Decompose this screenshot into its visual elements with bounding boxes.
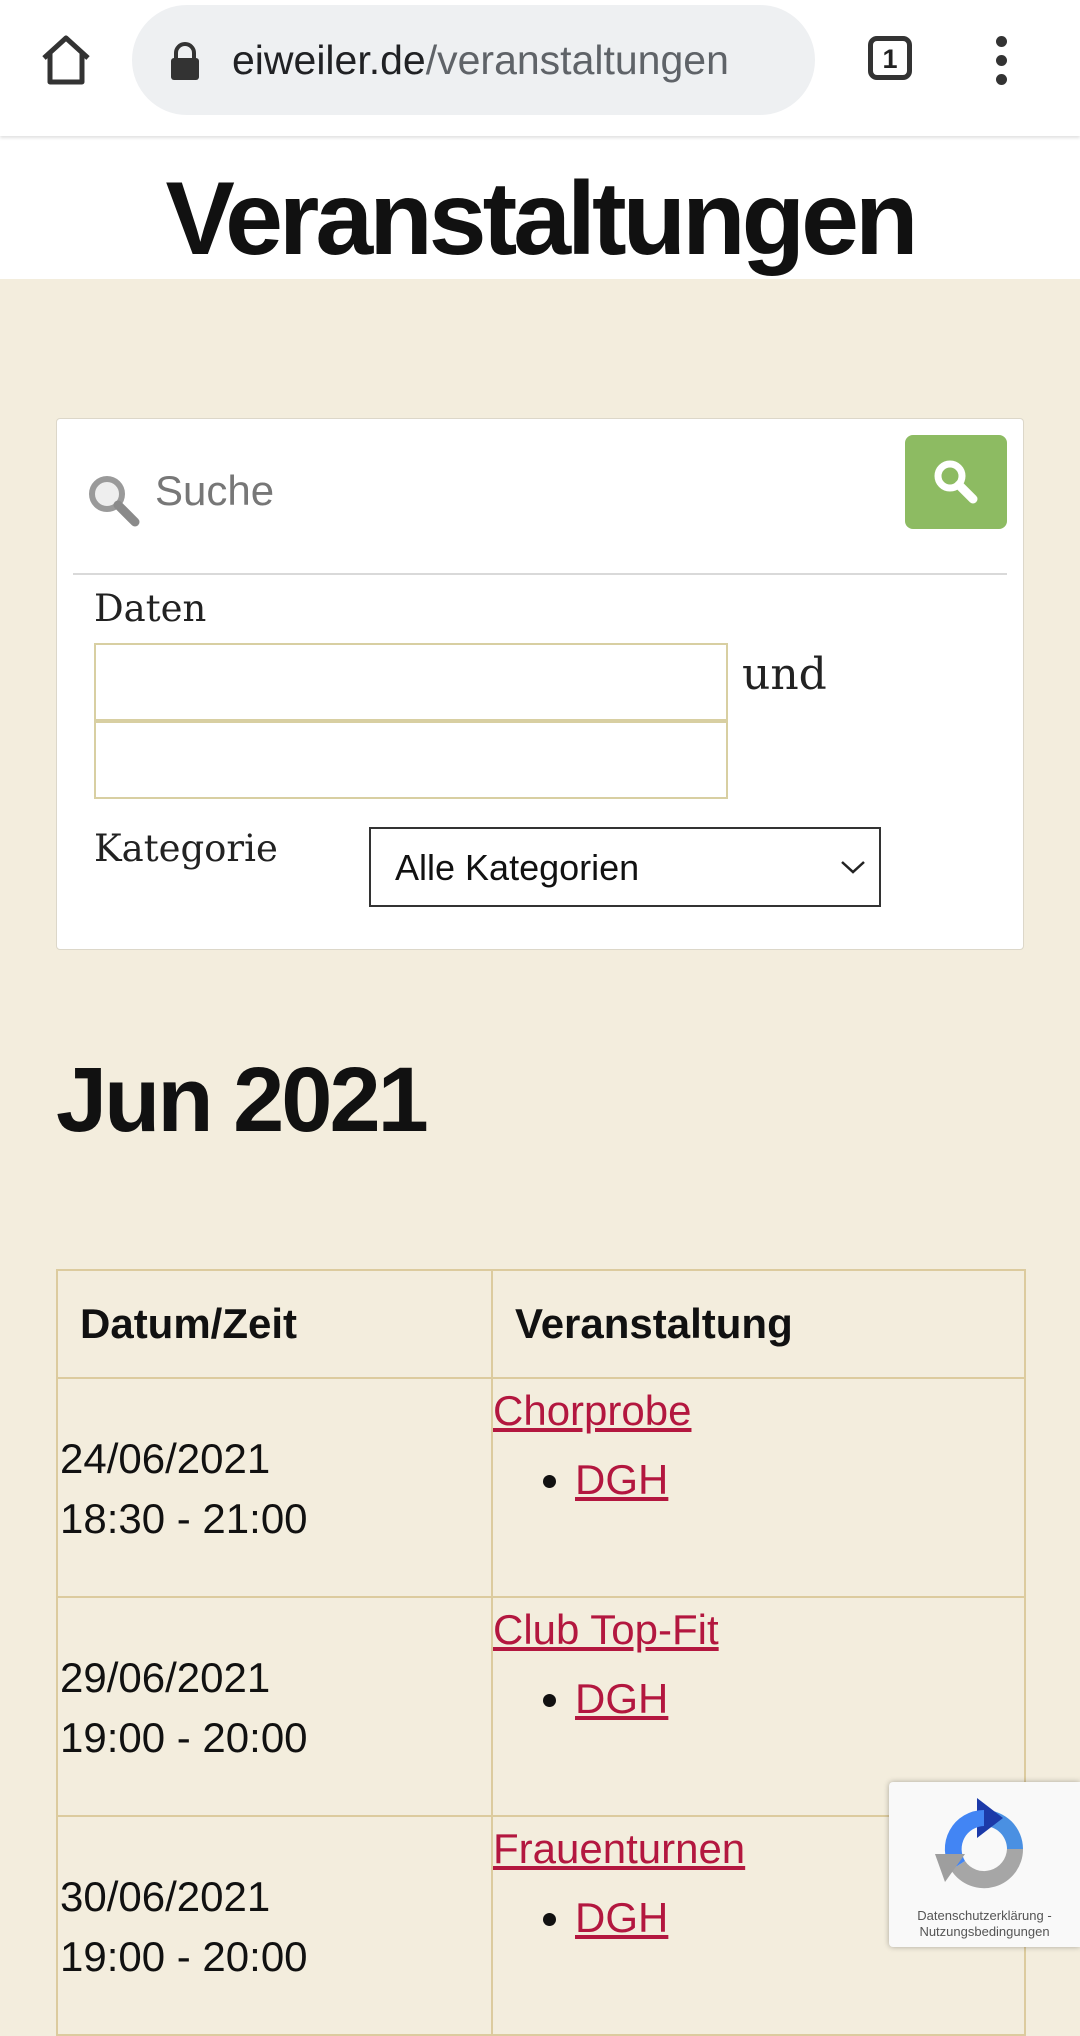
event-title-link[interactable]: Chorprobe — [493, 1387, 1024, 1435]
month-heading: Jun 2021 — [56, 1049, 429, 1151]
event-date: 24/06/2021 — [60, 1435, 271, 1482]
search-icon — [83, 470, 143, 530]
url-domain: eiweiler.de — [232, 37, 426, 83]
event-search-form: Daten und Kategorie Alle Kategorien — [56, 418, 1024, 950]
event-location-list: DGH — [493, 1453, 1024, 1507]
column-header-event: Veranstaltung — [491, 1269, 1026, 1379]
home-icon[interactable] — [36, 30, 96, 90]
event-date: 30/06/2021 — [60, 1873, 271, 1920]
event-cell: Chorprobe DGH — [491, 1377, 1026, 1598]
url-path: /veranstaltungen — [425, 37, 729, 83]
table-row: 24/06/2021 18:30 - 21:00 Chorprobe DGH — [56, 1377, 1026, 1598]
events-table: Datum/Zeit Veranstaltung 24/06/2021 18:30… — [56, 1269, 1026, 2036]
tabs-icon[interactable]: 1 — [868, 36, 912, 80]
list-item: DGH — [575, 1672, 1024, 1726]
more-vert-icon[interactable] — [990, 36, 1012, 86]
address-bar[interactable]: eiweiler.de/veranstaltungen — [132, 5, 815, 115]
column-header-datetime: Datum/Zeit — [56, 1269, 493, 1379]
category-label: Kategorie — [94, 827, 278, 870]
event-time: 18:30 - 21:00 — [60, 1495, 308, 1542]
recaptcha-separator: - — [1047, 1908, 1052, 1923]
event-datetime-cell: 24/06/2021 18:30 - 21:00 — [56, 1377, 493, 1598]
table-row: 30/06/202119:00 - 20:00 Frauenturnen DGH — [56, 1815, 1026, 2036]
event-datetime-cell: 30/06/2021 19:00 - 20:00 — [56, 1815, 493, 2036]
event-location-link[interactable]: DGH — [575, 1675, 668, 1722]
recaptcha-badge[interactable]: Datenschutzerklärung - Nutzungsbedingung… — [889, 1782, 1080, 1947]
page-title: Veranstaltungen — [165, 161, 918, 277]
category-select[interactable]: Alle Kategorien — [369, 827, 881, 907]
lock-icon — [168, 41, 202, 81]
browser-toolbar: eiweiler.de/veranstaltungen 1 — [0, 0, 1080, 136]
event-title-link[interactable]: Club Top-Fit — [493, 1606, 1024, 1654]
dates-label: Daten — [94, 587, 207, 630]
recaptcha-terms: Datenschutzerklärung - Nutzungsbedingung… — [889, 1908, 1080, 1940]
start-date-field[interactable] — [94, 643, 728, 721]
recaptcha-logo — [935, 1798, 1024, 1889]
search-icon — [934, 460, 978, 504]
event-location-link[interactable]: DGH — [575, 1456, 668, 1503]
list-item: DGH — [575, 1453, 1024, 1507]
event-time: 19:00 - 20:00 — [60, 1714, 308, 1761]
event-location-link[interactable]: DGH — [575, 1894, 668, 1941]
event-datetime-cell: 29/06/2021 19:00 - 20:00 — [56, 1596, 493, 1817]
event-time: 19:00 - 20:00 — [60, 1933, 308, 1980]
dates-connector: und — [742, 649, 827, 700]
search-input[interactable] — [153, 455, 857, 527]
recaptcha-privacy-link[interactable]: Datenschutzerklärung — [917, 1908, 1043, 1923]
search-button[interactable] — [905, 435, 1007, 529]
category-selected-value: Alle Kategorien — [395, 847, 640, 888]
end-date-field[interactable] — [94, 721, 728, 799]
search-row — [73, 435, 1007, 575]
event-date: 29/06/2021 — [60, 1654, 271, 1701]
table-header-row: Datum/Zeit Veranstaltung — [56, 1269, 1026, 1379]
chevron-down-icon — [841, 861, 865, 874]
page-header: Veranstaltungen — [0, 136, 1080, 279]
recaptcha-terms-link[interactable]: Nutzungsbedingungen — [919, 1924, 1049, 1939]
url-text: eiweiler.de/veranstaltungen — [232, 35, 729, 85]
table-row: 29/06/2021 19:00 - 20:00 Club Top-Fit DGH — [56, 1596, 1026, 1817]
event-location-list: DGH — [493, 1672, 1024, 1726]
